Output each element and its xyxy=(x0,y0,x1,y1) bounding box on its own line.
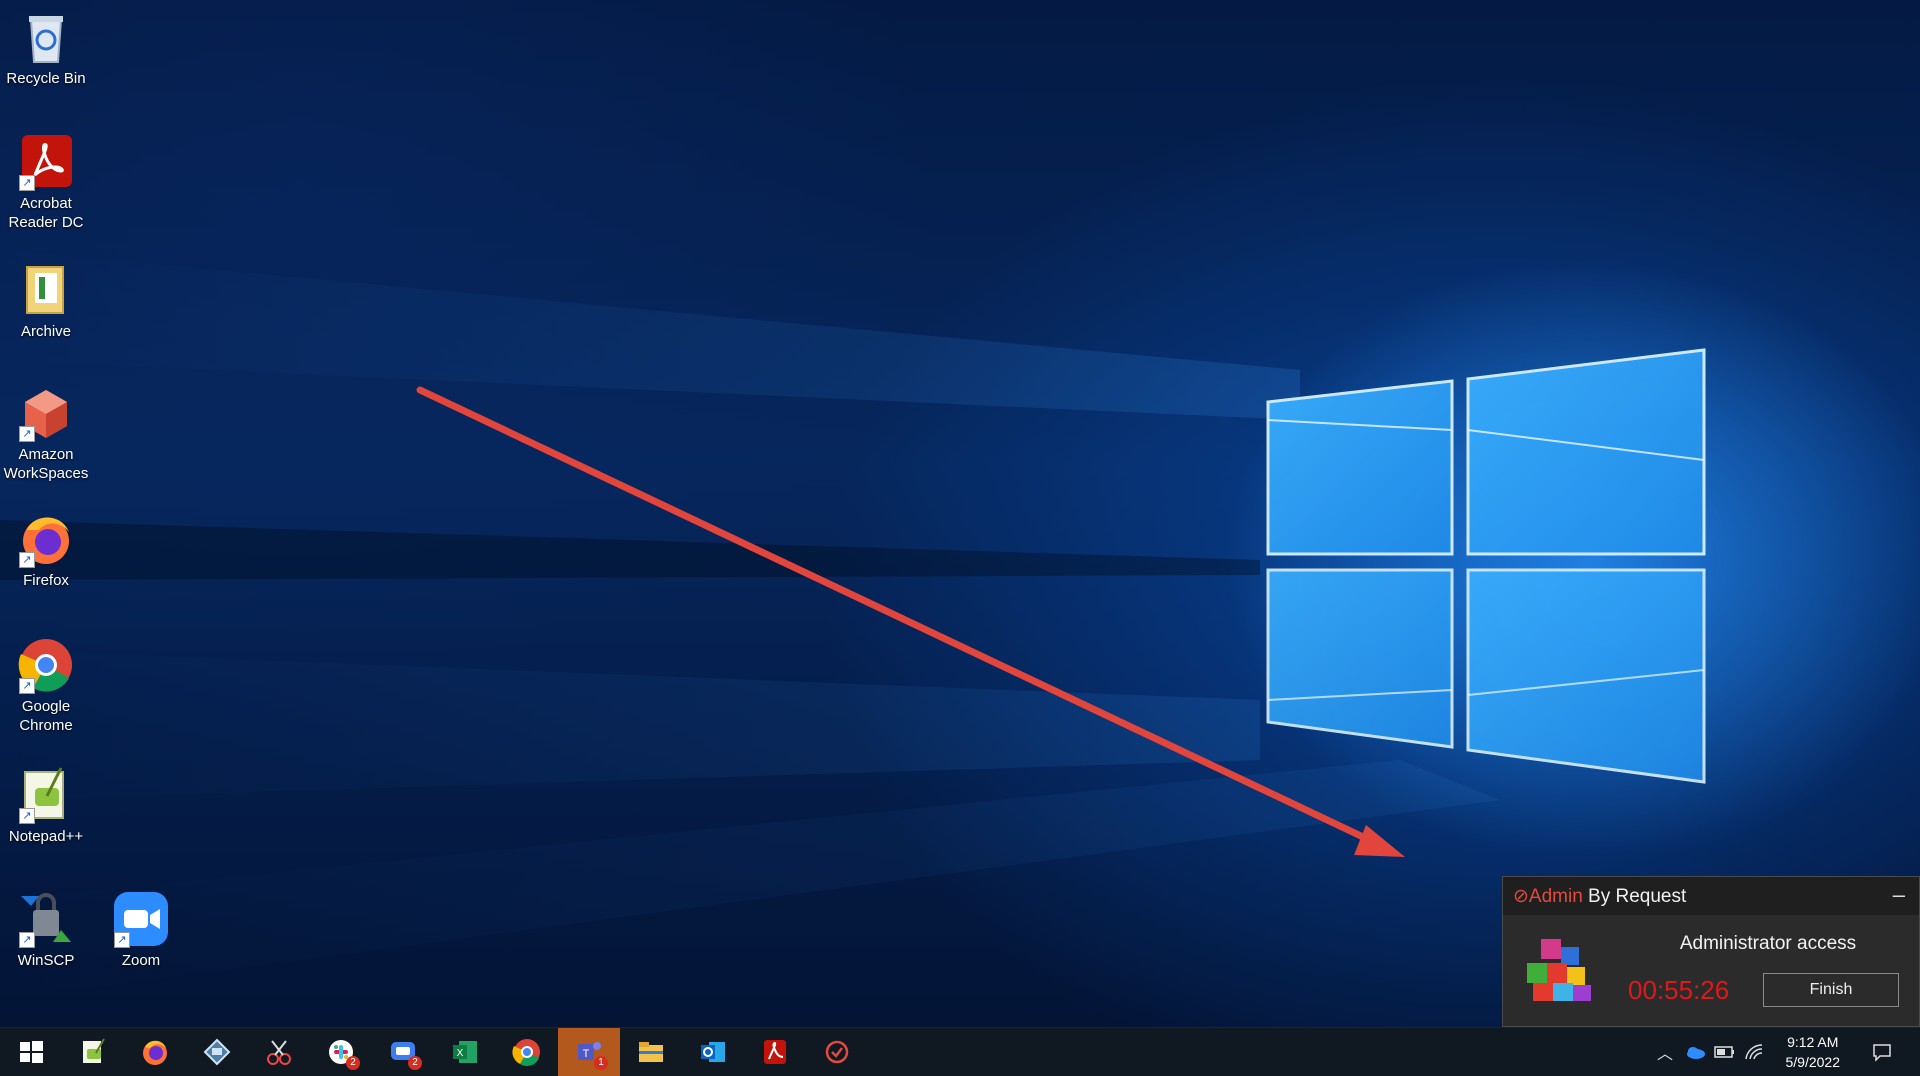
annotation-arrow xyxy=(416,386,1405,857)
amazon-workspaces-icon: ↗ xyxy=(17,384,75,442)
shortcut-arrow-icon: ↗ xyxy=(19,552,35,568)
firefox-icon xyxy=(143,1040,167,1065)
clock-date: 5/9/2022 xyxy=(1785,1054,1841,1070)
battery-icon xyxy=(1714,1046,1734,1058)
file-explorer-icon xyxy=(639,1042,663,1062)
windows-wallpaper xyxy=(0,250,1706,1000)
svg-text:X: X xyxy=(457,1048,464,1059)
snipping-tool-icon xyxy=(267,1040,291,1065)
folder-icon xyxy=(17,261,75,319)
desktop-icon-label: Archive xyxy=(20,323,72,340)
taskbar-teams-chat[interactable]: 2 xyxy=(372,1028,434,1076)
taskbar-firefox[interactable] xyxy=(124,1028,186,1076)
chrome-icon xyxy=(512,1039,540,1067)
onedrive-icon xyxy=(1687,1047,1705,1059)
admin-by-request-popup: ⊘Admin By Request – Administrator access… xyxy=(1502,876,1920,1027)
windows-start-icon xyxy=(20,1041,43,1063)
shortcut-arrow-icon: ↗ xyxy=(19,808,35,824)
desktop-icon-label: WinSCP xyxy=(17,952,75,969)
popup-header: ⊘Admin By Request – xyxy=(1503,877,1919,915)
desktop-background: Recycle Bin ↗ Acrobat Reader DC Archive … xyxy=(0,0,1920,1027)
svg-text:T: T xyxy=(583,1048,590,1060)
cubes-icon xyxy=(1521,933,1599,1016)
desktop-icon-chrome[interactable]: ↗ Google Chrome xyxy=(2,636,90,735)
popup-brand: ⊘Admin By Request xyxy=(1513,885,1686,908)
desktop-icon-amazon-workspaces[interactable]: ↗ Amazon WorkSpaces xyxy=(2,384,90,483)
popup-title: Administrator access xyxy=(1679,933,1857,954)
wifi-icon xyxy=(1745,1044,1763,1060)
shortcut-arrow-icon: ↗ xyxy=(19,932,35,948)
desktop-icon-winscp[interactable]: ↗ WinSCP xyxy=(2,890,90,970)
winscp-icon: ↗ xyxy=(17,890,75,948)
taskbar-admin-by-request[interactable] xyxy=(806,1028,868,1076)
admin-by-request-icon xyxy=(825,1040,849,1064)
taskbar-acrobat[interactable] xyxy=(744,1028,806,1076)
windows-logo xyxy=(1266,348,1706,784)
taskbar-notepadpp[interactable] xyxy=(62,1028,124,1076)
desktop-icon-label: Firefox xyxy=(23,572,69,589)
desktop-icon-archive[interactable]: Archive xyxy=(2,261,90,341)
desktop-icon-recycle-bin[interactable]: Recycle Bin xyxy=(2,8,90,88)
desktop-icon-zoom[interactable]: ↗ Zoom xyxy=(97,890,185,970)
brand-by-request: By Request xyxy=(1582,886,1687,907)
onedrive-tray[interactable] xyxy=(1680,1028,1710,1076)
taskbar-remote-desktop[interactable] xyxy=(186,1028,248,1076)
start-button[interactable] xyxy=(0,1028,62,1076)
taskbar-teams[interactable]: T 1 xyxy=(558,1028,620,1076)
outlook-icon xyxy=(701,1042,725,1062)
chevron-up-icon: ︿ xyxy=(1656,1046,1673,1063)
finish-button[interactable]: Finish xyxy=(1763,973,1899,1007)
taskbar-snipping-tool[interactable] xyxy=(248,1028,310,1076)
battery-tray[interactable] xyxy=(1710,1028,1740,1076)
desktop-icon-label: Amazon WorkSpaces xyxy=(3,446,89,482)
minimize-button[interactable]: – xyxy=(1893,882,1905,908)
check-circle-icon: ⊘ xyxy=(1513,886,1529,907)
network-tray[interactable] xyxy=(1740,1028,1770,1076)
zoom-icon: ↗ xyxy=(112,890,170,948)
countdown-timer: 00:55:26 xyxy=(1628,975,1730,1005)
taskbar-file-explorer[interactable] xyxy=(620,1028,682,1076)
clock-time: 9:12 AM xyxy=(1787,1034,1839,1050)
system-clock[interactable]: 9:12 AM 5/9/2022 xyxy=(1786,1032,1841,1072)
desktop-icon-label: Notepad++ xyxy=(8,828,84,845)
excel-icon: X xyxy=(453,1041,477,1063)
desktop-icon-label: Acrobat Reader DC xyxy=(8,195,84,231)
notification-badge: 2 xyxy=(408,1056,422,1070)
acrobat-icon xyxy=(764,1040,786,1064)
chrome-icon: ↗ xyxy=(17,636,75,694)
firefox-icon: ↗ xyxy=(17,510,75,568)
desktop-icon-notepadpp[interactable]: ↗ Notepad++ xyxy=(2,766,90,846)
desktop-icon-label: Zoom xyxy=(121,952,161,969)
notepadpp-icon: ↗ xyxy=(17,766,75,824)
acrobat-icon: ↗ xyxy=(17,133,75,191)
brand-admin: Admin xyxy=(1528,886,1583,907)
desktop-icon-label: Google Chrome xyxy=(19,698,73,734)
action-center-button[interactable] xyxy=(1862,1028,1902,1076)
notification-icon xyxy=(1873,1044,1891,1062)
shortcut-arrow-icon: ↗ xyxy=(19,426,35,442)
shortcut-arrow-icon: ↗ xyxy=(19,678,35,694)
desktop-icon-label: Recycle Bin xyxy=(6,70,86,87)
taskbar-excel[interactable]: X xyxy=(434,1028,496,1076)
remote-desktop-icon xyxy=(203,1038,231,1066)
recycle-bin-icon xyxy=(17,8,75,66)
taskbar-slack[interactable]: 2 xyxy=(310,1028,372,1076)
notification-badge: 1 xyxy=(594,1056,608,1070)
desktop-icon-firefox[interactable]: ↗ Firefox xyxy=(2,510,90,590)
notepadpp-icon xyxy=(83,1038,105,1063)
desktop-icon-acrobat[interactable]: ↗ Acrobat Reader DC xyxy=(2,133,90,232)
notification-badge: 2 xyxy=(346,1056,360,1070)
taskbar-chrome[interactable] xyxy=(496,1028,558,1076)
shortcut-arrow-icon: ↗ xyxy=(19,175,35,191)
shortcut-arrow-icon: ↗ xyxy=(114,932,130,948)
taskbar-outlook[interactable] xyxy=(682,1028,744,1076)
taskbar: 2 2 X T 1 ︿ 9:12 AM 5/9/2022 xyxy=(0,1027,1920,1076)
show-hidden-icons-button[interactable]: ︿ xyxy=(1650,1028,1680,1076)
